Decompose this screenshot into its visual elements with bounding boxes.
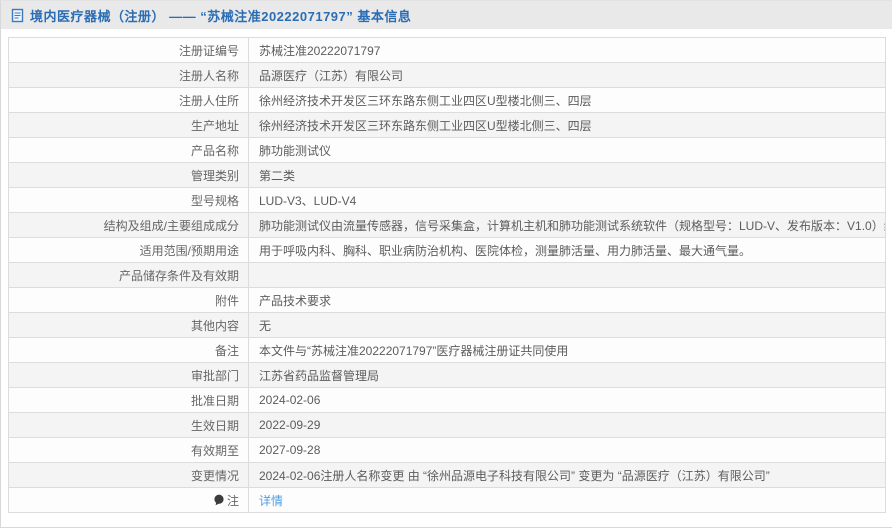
page-title: 境内医疗器械（注册） —— “苏械注准20222071797” 基本信息 <box>30 6 411 25</box>
row-value-approval-department: 江苏省药品监督管理局 <box>249 363 886 388</box>
row-label-product-name: 产品名称 <box>9 138 249 163</box>
table-row: 注册人名称 品源医疗（江苏）有限公司 <box>9 63 886 88</box>
details-link[interactable]: 详情 <box>259 494 283 508</box>
table-row: 适用范围/预期用途 用于呼吸内科、胸科、职业病防治机构、医院体检，测量肺活量、用… <box>9 238 886 263</box>
row-label-registrant-name: 注册人名称 <box>9 63 249 88</box>
table-row: 注册人住所 徐州经济技术开发区三环东路东侧工业四区U型楼北侧三、四层 <box>9 88 886 113</box>
page: 境内医疗器械（注册） —— “苏械注准20222071797” 基本信息 注册证… <box>0 0 892 528</box>
row-label-production-address: 生产地址 <box>9 113 249 138</box>
row-label-model-spec: 型号规格 <box>9 188 249 213</box>
table-row: 型号规格 LUD-V3、LUD-V4 <box>9 188 886 213</box>
row-label-registrant-address: 注册人住所 <box>9 88 249 113</box>
row-label-approval-date: 批准日期 <box>9 388 249 413</box>
row-value-remarks: 本文件与“苏械注准20222071797”医疗器械注册证共同使用 <box>249 338 886 363</box>
row-value-registrant-address: 徐州经济技术开发区三环东路东侧工业四区U型楼北侧三、四层 <box>249 88 886 113</box>
row-label-registration-number: 注册证编号 <box>9 38 249 63</box>
row-value-structure-composition: 肺功能测试仪由流量传感器，信号采集盒，计算机主机和肺功能测试系统软件（规格型号：… <box>249 213 886 238</box>
row-value-intended-use: 用于呼吸内科、胸科、职业病防治机构、医院体检，测量肺活量、用力肺活量、最大通气量… <box>249 238 886 263</box>
row-value-expiry-date: 2027-09-28 <box>249 438 886 463</box>
row-label-remarks: 备注 <box>9 338 249 363</box>
row-value-production-address: 徐州经济技术开发区三环东路东侧工业四区U型楼北侧三、四层 <box>249 113 886 138</box>
row-label-intended-use: 适用范围/预期用途 <box>9 238 249 263</box>
note-balloon-icon <box>213 494 225 509</box>
table-row: 备注 本文件与“苏械注准20222071797”医疗器械注册证共同使用 <box>9 338 886 363</box>
document-icon <box>11 8 24 23</box>
row-label-approval-department: 审批部门 <box>9 363 249 388</box>
row-value-note: 详情 <box>249 488 886 513</box>
row-label-attachment: 附件 <box>9 288 249 313</box>
table-row: 其他内容 无 <box>9 313 886 338</box>
table-row: 结构及组成/主要组成成分 肺功能测试仪由流量传感器，信号采集盒，计算机主机和肺功… <box>9 213 886 238</box>
row-label-storage-validity: 产品储存条件及有效期 <box>9 263 249 288</box>
table-row: 管理类别 第二类 <box>9 163 886 188</box>
row-label-other-content: 其他内容 <box>9 313 249 338</box>
row-value-registration-number: 苏械注准20222071797 <box>249 38 886 63</box>
row-value-storage-validity <box>249 263 886 288</box>
row-value-model-spec: LUD-V3、LUD-V4 <box>249 188 886 213</box>
registration-info-table: 注册证编号 苏械注准20222071797 注册人名称 品源医疗（江苏）有限公司… <box>8 37 886 513</box>
table-row: 生效日期 2022-09-29 <box>9 413 886 438</box>
table-row: 产品名称 肺功能测试仪 <box>9 138 886 163</box>
row-value-management-category: 第二类 <box>249 163 886 188</box>
table-row: 注册证编号 苏械注准20222071797 <box>9 38 886 63</box>
row-label-note: 注 <box>9 488 249 513</box>
row-value-effective-date: 2022-09-29 <box>249 413 886 438</box>
table-row: 批准日期 2024-02-06 <box>9 388 886 413</box>
table-row: 附件 产品技术要求 <box>9 288 886 313</box>
row-label-structure-composition: 结构及组成/主要组成成分 <box>9 213 249 238</box>
table-row: 产品储存条件及有效期 <box>9 263 886 288</box>
table-row: 生产地址 徐州经济技术开发区三环东路东侧工业四区U型楼北侧三、四层 <box>9 113 886 138</box>
note-label-text: 注 <box>227 494 239 508</box>
row-value-other-content: 无 <box>249 313 886 338</box>
row-value-product-name: 肺功能测试仪 <box>249 138 886 163</box>
table-row: 注 详情 <box>9 488 886 513</box>
row-value-change-history: 2024-02-06注册人名称变更 由 “徐州品源电子科技有限公司” 变更为 “… <box>249 463 886 488</box>
row-label-expiry-date: 有效期至 <box>9 438 249 463</box>
row-label-effective-date: 生效日期 <box>9 413 249 438</box>
row-value-approval-date: 2024-02-06 <box>249 388 886 413</box>
table-row: 变更情况 2024-02-06注册人名称变更 由 “徐州品源电子科技有限公司” … <box>9 463 886 488</box>
row-label-change-history: 变更情况 <box>9 463 249 488</box>
table-row: 有效期至 2027-09-28 <box>9 438 886 463</box>
row-value-attachment: 产品技术要求 <box>249 288 886 313</box>
row-label-management-category: 管理类别 <box>9 163 249 188</box>
row-value-registrant-name: 品源医疗（江苏）有限公司 <box>249 63 886 88</box>
table-row: 审批部门 江苏省药品监督管理局 <box>9 363 886 388</box>
header-bar: 境内医疗器械（注册） —— “苏械注准20222071797” 基本信息 <box>1 1 892 29</box>
